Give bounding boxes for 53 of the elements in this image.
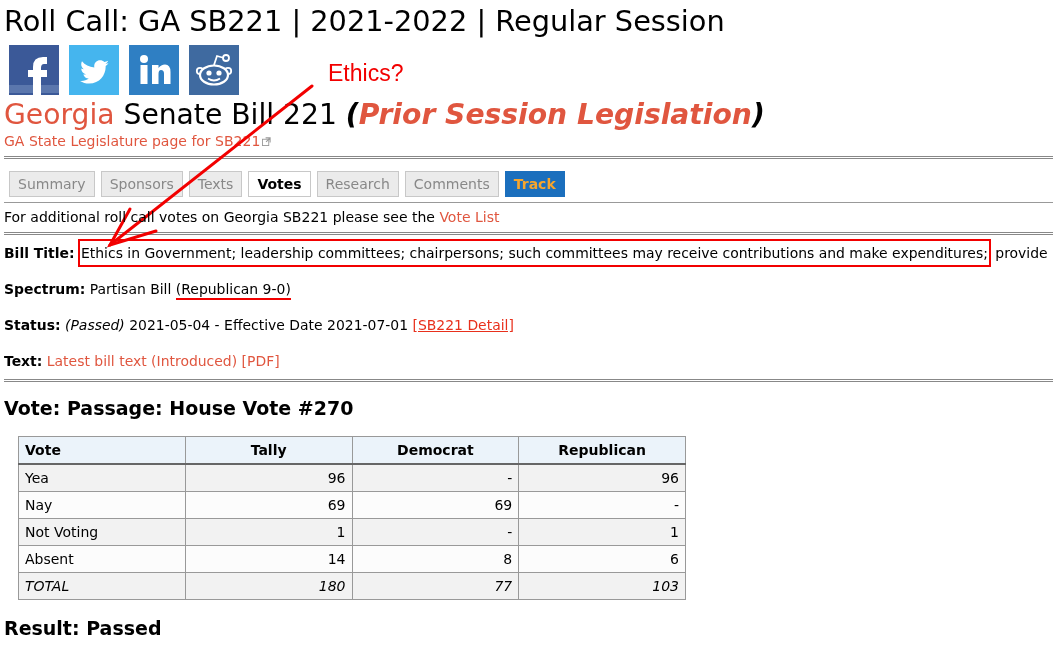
f-logo-icon[interactable] <box>9 45 59 95</box>
table-cell: - <box>352 518 519 546</box>
column-header: Tally <box>185 436 352 464</box>
tab[interactable]: Comments <box>404 171 499 197</box>
external-link-icon <box>262 137 272 146</box>
table-cell: 180 <box>185 572 352 600</box>
table-cell: Nay <box>18 491 186 519</box>
field-value: Partisan Bill <box>89 281 172 297</box>
in-logo-icon[interactable] <box>129 45 179 95</box>
table-cell: 6 <box>518 545 686 573</box>
tab[interactable]: Summary <box>9 171 95 197</box>
field-link[interactable]: Latest bill text (Introduced) <box>46 353 238 369</box>
vote-list-link[interactable]: Vote List <box>439 209 500 225</box>
field-value: provide <box>995 245 1048 261</box>
tab[interactable]: Votes <box>248 171 311 197</box>
table-cell: 1 <box>185 518 352 546</box>
page-title: Roll Call: GA SB221 | 2021-2022 | Regular Session <box>4 3 726 40</box>
table-cell: 69 <box>185 491 352 519</box>
table-cell: Not Voting <box>18 518 186 546</box>
boxed-text: Ethics in Government; leadership committees; chairpersons; such committees may receive contributions and make expenditures; <box>78 239 991 267</box>
table-cell: 8 <box>352 545 519 573</box>
field-link[interactable]: [SB221 Detail] <box>412 317 514 333</box>
field-value: (Passed) 2021-05-04 - Effective Date 2021-07-01 <box>65 317 409 333</box>
table-cell: - <box>352 464 519 492</box>
annotation-label: Ethics? <box>328 60 404 87</box>
table-cell: 77 <box>352 572 519 600</box>
column-header: Republican <box>518 436 686 464</box>
table-cell: 1 <box>518 518 686 546</box>
field-label: Status: <box>4 317 61 333</box>
table-cell: TOTAL <box>18 572 186 600</box>
field-label: Bill Title: <box>4 245 75 261</box>
column-header: Vote <box>18 436 186 464</box>
table-cell: Absent <box>18 545 186 573</box>
underlined-text: (Republican 9-0) <box>175 281 291 300</box>
action-button[interactable]: Track <box>504 171 565 197</box>
tab[interactable]: Sponsors <box>100 171 183 197</box>
field-link[interactable]: [PDF] <box>241 353 280 369</box>
tab[interactable]: Texts <box>188 171 243 197</box>
table-cell: 96 <box>518 464 686 492</box>
bill-heading: Georgia Senate Bill 221 (Prior Session Legislation) <box>4 97 766 133</box>
tab[interactable]: Research <box>316 171 399 197</box>
vote-heading: Vote: Passage: House Vote #270 <box>4 396 355 420</box>
field-label: Spectrum: <box>4 281 86 297</box>
column-header: Democrat <box>352 436 519 464</box>
table-cell: 69 <box>352 491 519 519</box>
table-cell: Yea <box>18 464 186 492</box>
table-cell: 96 <box>185 464 352 492</box>
alien-face-icon[interactable] <box>189 45 239 95</box>
table-cell: 103 <box>518 572 686 600</box>
table-cell: 14 <box>185 545 352 573</box>
result-heading: Result: Passed <box>4 616 163 640</box>
table-cell: - <box>518 491 686 519</box>
field-label: Text: <box>4 353 43 369</box>
